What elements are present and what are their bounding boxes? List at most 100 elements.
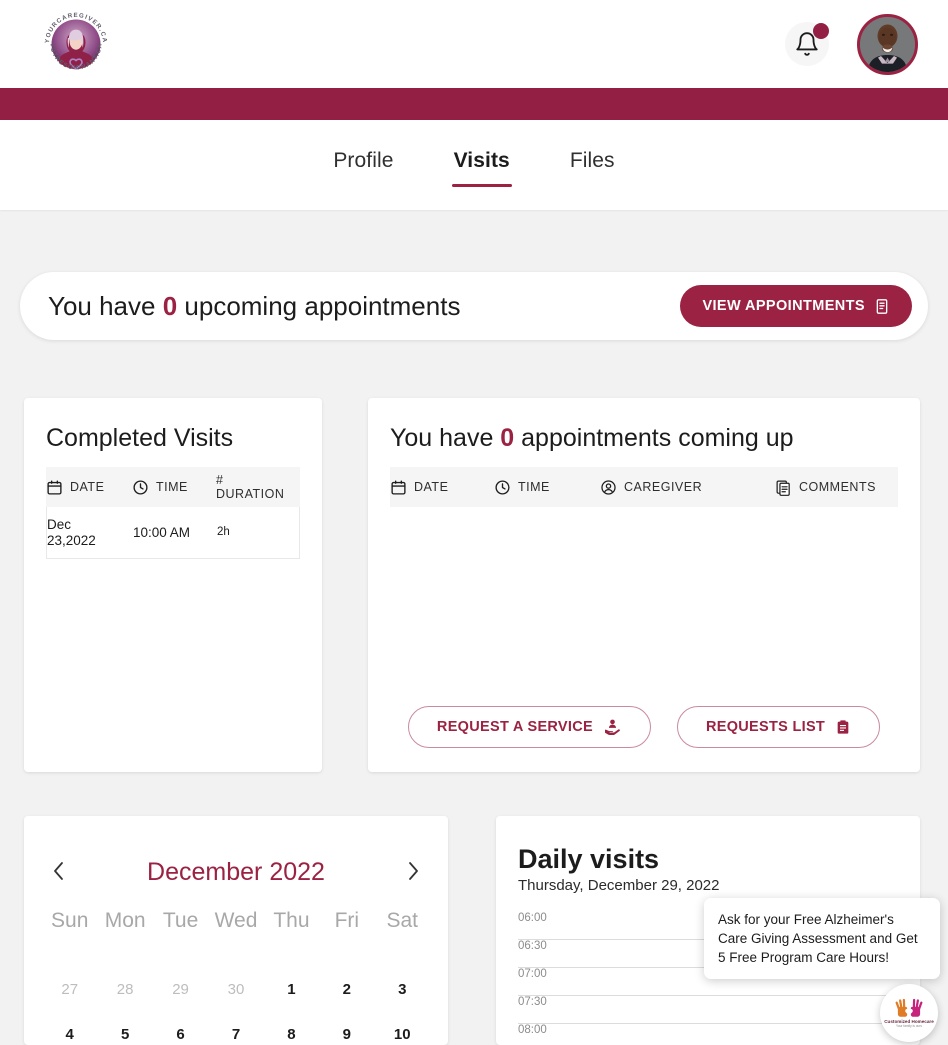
calendar-day[interactable]: 5 <box>97 1012 152 1045</box>
calendar-day[interactable]: 7 <box>208 1012 263 1045</box>
clock-icon <box>494 479 511 496</box>
calendar-next-month-button[interactable] <box>400 860 426 886</box>
column-header-date: DATE <box>46 479 132 496</box>
upcoming-visits-actions: REQUEST A SERVICE REQUESTS LIST <box>368 706 920 748</box>
clipboard-icon <box>837 720 849 734</box>
upcoming-title-count: 0 <box>500 424 515 452</box>
chat-widget-tagline: Your family is ours <box>896 1024 922 1028</box>
completed-visits-title: Completed Visits <box>46 424 234 452</box>
calendar-header: December 2022 <box>24 816 448 887</box>
daily-visits-date: Thursday, December 29, 2022 <box>518 877 720 894</box>
timeline-slot-label: 08:00 <box>518 1024 547 1036</box>
table-row[interactable]: Dec 23,2022 10:00 AM 2h <box>46 507 300 559</box>
column-header-date-label: DATE <box>414 479 449 494</box>
daily-visits-title: Daily visits <box>518 844 660 874</box>
brand-color-band <box>0 88 948 120</box>
column-header-caregiver: CAREGIVER <box>600 479 775 496</box>
upcoming-title-suffix: appointments coming up <box>514 424 794 452</box>
upcoming-title-prefix: You have <box>390 424 501 452</box>
completed-visits-card: Completed Visits DATE TIME # DURATION De… <box>24 398 322 772</box>
column-header-time: TIME <box>494 479 600 496</box>
calendar-day-grid: 27 28 29 30 1 2 3 4 5 6 7 8 9 10 <box>24 967 448 1045</box>
comments-icon <box>775 479 792 496</box>
calendar-day[interactable]: 9 <box>319 1012 374 1045</box>
logo-badge-icon: YOURCAREGIVER.CA VOTRESOIGNANT.CA <box>40 8 112 80</box>
view-appointments-button[interactable]: VIEW APPOINTMENTS <box>680 285 912 327</box>
calendar-card: December 2022 Sun Mon Tue Wed Thu Fri Sat 27 28… <box>24 816 448 1045</box>
column-header-comments: COMMENTS <box>775 479 876 496</box>
chat-widget-button[interactable]: Customized Homecare Your family is ours <box>880 984 938 1042</box>
banner-prefix: You have <box>48 290 163 321</box>
calendar-weekday: Fri <box>334 909 360 932</box>
calendar-day[interactable]: 27 <box>42 967 97 1012</box>
calendar-weekday: Thu <box>273 909 310 932</box>
column-header-date-label: DATE <box>70 479 105 494</box>
banner-text: You have 0 upcoming appointments <box>48 291 460 322</box>
logo-svg: YOURCAREGIVER.CA VOTRESOIGNANT.CA <box>41 9 111 79</box>
upcoming-appointments-banner: You have 0 upcoming appointments VIEW AP… <box>20 272 928 340</box>
request-a-service-label: REQUEST A SERVICE <box>436 719 593 735</box>
timeline-slot[interactable]: 08:00 <box>518 1024 902 1045</box>
calendar-day[interactable]: 1 <box>264 967 319 1012</box>
column-header-time: TIME <box>132 479 216 496</box>
chevron-right-icon <box>409 861 418 880</box>
hand-holding-person-icon <box>604 719 620 735</box>
calendar-day[interactable]: 29 <box>153 967 208 1012</box>
person-circle-icon <box>600 479 617 496</box>
cell-time: 10:00 AM <box>133 524 191 540</box>
upcoming-visits-table-header: DATE TIME CAREGIVER COMMENTS <box>390 467 898 507</box>
timeline-slot[interactable]: 07:30 <box>518 996 902 1024</box>
column-header-date: DATE <box>390 479 494 496</box>
column-header-time-label: TIME <box>518 479 550 494</box>
column-header-comments-label: COMMENTS <box>799 479 876 494</box>
tab-files[interactable]: Files <box>568 143 617 187</box>
banner-suffix: upcoming appointments <box>177 290 461 321</box>
calendar-prev-month-button[interactable] <box>46 860 72 886</box>
chat-promo-tooltip[interactable]: Ask for your Free Alzheimer's Care Givin… <box>704 898 940 980</box>
chevron-left-icon <box>54 861 63 880</box>
calendar-day[interactable]: 4 <box>42 1012 97 1045</box>
calendar-weekday: Wed <box>214 909 258 932</box>
avatar[interactable] <box>857 13 918 75</box>
calendar-day[interactable]: 8 <box>264 1012 319 1045</box>
calendar-day[interactable]: 28 <box>97 967 152 1012</box>
hands-heart-icon <box>895 998 923 1017</box>
calendar-day[interactable]: 6 <box>153 1012 208 1045</box>
timeline-slot-label: 07:30 <box>518 996 547 1008</box>
notifications-button[interactable] <box>785 22 829 66</box>
calendar-month-label: December 2022 <box>147 858 325 886</box>
upcoming-visits-title: You have 0 appointments coming up <box>368 398 920 453</box>
calendar-weekday: Sat <box>386 909 419 932</box>
banner-count: 0 <box>162 290 178 321</box>
header-actions <box>785 13 918 75</box>
column-header-caregiver-label: CAREGIVER <box>624 479 703 494</box>
calendar-weekday-row: Sun Mon Tue Wed Thu Fri Sat <box>24 903 448 951</box>
column-header-time-label: TIME <box>156 479 188 494</box>
requests-list-button[interactable]: REQUESTS LIST <box>676 706 881 748</box>
requests-list-label: REQUESTS LIST <box>705 719 826 735</box>
calendar-day[interactable]: 3 <box>375 967 430 1012</box>
tab-visits[interactable]: Visits <box>451 143 513 187</box>
column-header-duration: # DURATION <box>216 473 284 502</box>
avatar-photo <box>860 16 915 72</box>
calendar-icon <box>46 479 63 496</box>
clock-icon <box>132 479 149 496</box>
calendar-day[interactable]: 10 <box>375 1012 430 1045</box>
completed-visits-table-header: DATE TIME # DURATION <box>46 467 300 507</box>
tab-profile[interactable]: Profile <box>331 143 395 187</box>
upcoming-visits-card: You have 0 appointments coming up DATE T… <box>368 398 920 772</box>
calendar-weekday: Mon <box>104 909 146 932</box>
app-page: YOURCAREGIVER.CA VOTRESOIGNANT.CA Profil… <box>0 0 948 1045</box>
cell-duration: 2h <box>217 525 230 538</box>
cell-date: Dec 23,2022 <box>47 516 96 548</box>
request-a-service-button[interactable]: REQUEST A SERVICE <box>407 706 651 748</box>
brand-logo[interactable]: YOURCAREGIVER.CA VOTRESOIGNANT.CA <box>40 8 112 80</box>
top-header: YOURCAREGIVER.CA VOTRESOIGNANT.CA <box>0 0 948 88</box>
tab-bar: Profile Visits Files <box>0 120 948 210</box>
calendar-day[interactable]: 2 <box>319 967 374 1012</box>
calendar-day[interactable]: 30 <box>208 967 263 1012</box>
calendar-weekday: Sun <box>51 909 89 932</box>
notification-badge-dot <box>813 23 829 39</box>
document-list-icon <box>876 298 888 314</box>
calendar-weekday: Tue <box>162 909 199 932</box>
